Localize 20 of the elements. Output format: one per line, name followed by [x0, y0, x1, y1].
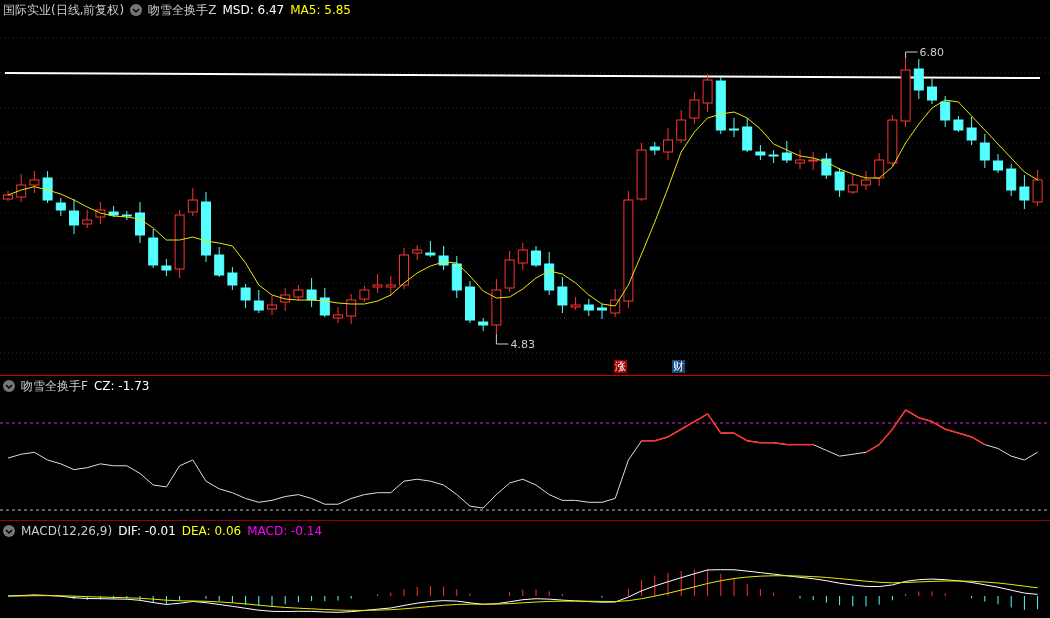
leader-line — [905, 51, 919, 59]
event-marker[interactable]: 涨 — [614, 360, 627, 373]
indicator-reading: MA5: 5.85 — [290, 3, 351, 17]
indicator-reading: MSD: 6.47 — [222, 3, 285, 17]
high-price-label: 6.80 — [919, 46, 945, 59]
indicator-reading: MACD: -0.14 — [247, 524, 323, 538]
low-price-label: 4.83 — [510, 338, 535, 351]
indicator-name: MACD(12,26,9) — [21, 524, 113, 538]
indicator-reading: DIF: -0.01 — [118, 524, 176, 538]
collapse-toggle-icon[interactable] — [130, 4, 143, 16]
event-marker[interactable]: 财 — [672, 360, 685, 373]
indicator-reading: DEA: 0.06 — [181, 524, 242, 538]
collapse-toggle-icon[interactable] — [3, 525, 15, 537]
collapse-toggle-icon[interactable] — [3, 380, 15, 392]
instrument-title: 国际实业(日线,前复权) — [3, 1, 125, 19]
indicator-name: 吻雪全换手F — [21, 377, 88, 395]
leader-line — [495, 333, 509, 345]
indicator-name: 吻雪全换手Z — [148, 1, 217, 19]
peak-segment — [680, 420, 696, 430]
indicator-reading: CZ: -1.73 — [93, 379, 150, 393]
